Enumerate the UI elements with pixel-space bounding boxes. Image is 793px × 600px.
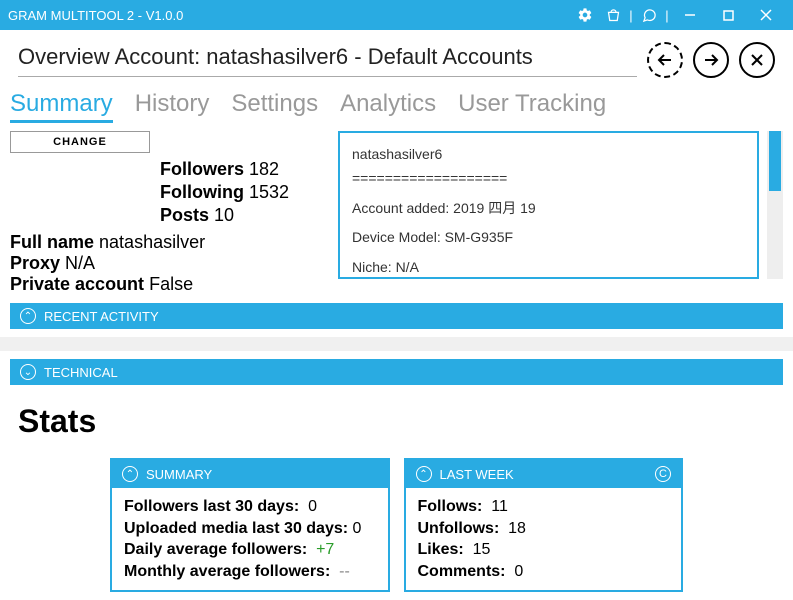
tab-analytics[interactable]: Analytics — [340, 90, 436, 123]
accordion-technical-label: TECHNICAL — [44, 365, 118, 380]
maximize-icon[interactable] — [709, 1, 747, 29]
c1r3v: +7 — [316, 541, 334, 558]
card-lastweek: ⌃ LAST WEEK C Follows: 11 Unfollows: 18 Li… — [404, 458, 684, 592]
nav-back-button[interactable] — [647, 42, 683, 78]
scrollbar-thumb[interactable] — [769, 131, 781, 191]
refresh-icon[interactable]: C — [655, 466, 671, 482]
scrollbar[interactable] — [767, 131, 783, 279]
tab-summary[interactable]: Summary — [10, 90, 113, 123]
bucket-icon[interactable] — [599, 1, 627, 29]
spacer — [0, 337, 793, 351]
card-summary-title: SUMMARY — [146, 467, 212, 482]
change-button[interactable]: CHANGE — [10, 131, 150, 153]
stats-header: Stats — [18, 403, 783, 440]
subheader: Overview Account: natashasilver6 - Defau… — [0, 30, 793, 84]
c1r1l: Followers last 30 days: — [124, 498, 299, 515]
c1r3l: Daily average followers: — [124, 541, 307, 558]
fullname-value: natashasilver — [99, 232, 205, 252]
divider: | — [627, 1, 635, 29]
accordion-recent-activity[interactable]: ⌃ RECENT ACTIVITY — [10, 303, 783, 329]
nav-forward-button[interactable] — [693, 42, 729, 78]
following-value: 1532 — [249, 182, 289, 202]
fullname-label: Full name — [10, 232, 94, 252]
c1r2v: 0 — [353, 520, 362, 537]
c1r2l: Uploaded media last 30 days: — [124, 520, 348, 537]
c2r1v: 11 — [491, 498, 508, 515]
followers-value: 182 — [249, 159, 279, 179]
tab-usertracking[interactable]: User Tracking — [458, 90, 606, 123]
info-line3: Account added: 2019 四月 19 — [352, 197, 745, 221]
followers-label: Followers — [160, 159, 244, 179]
c2r2l: Unfollows: — [418, 520, 500, 537]
proxy-label: Proxy — [10, 253, 60, 273]
account-left-panel: CHANGE Followers 182 Following 1532 Post… — [10, 131, 330, 295]
c2r3v: 15 — [473, 541, 491, 558]
minimize-icon[interactable] — [671, 1, 709, 29]
info-box: natashasilver6 =================== Accou… — [338, 131, 759, 279]
accordion-technical[interactable]: ⌄ TECHNICAL — [10, 359, 783, 385]
close-icon[interactable] — [747, 1, 785, 29]
c2r1l: Follows: — [418, 498, 483, 515]
card-summary: ⌃ SUMMARY Followers last 30 days: 0 Uploa… — [110, 458, 390, 592]
chat-icon[interactable] — [635, 1, 663, 29]
info-line2: =================== — [352, 167, 745, 191]
divider: | — [663, 1, 671, 29]
chevron-down-icon: ⌄ — [20, 364, 36, 380]
posts-value: 10 — [214, 205, 234, 225]
tab-settings[interactable]: Settings — [231, 90, 318, 123]
c2r4v: 0 — [514, 563, 523, 580]
accordion-recent-label: RECENT ACTIVITY — [44, 309, 159, 324]
private-value: False — [149, 274, 193, 294]
info-line4: Device Model: SM-G935F — [352, 226, 745, 250]
chevron-up-icon: ⌃ — [122, 466, 138, 482]
chevron-up-icon: ⌃ — [20, 308, 36, 324]
app-title: GRAM MULTITOOL 2 - V1.0.0 — [8, 8, 571, 23]
c1r4v: -- — [339, 563, 350, 580]
info-line1: natashasilver6 — [352, 143, 745, 167]
c2r2v: 18 — [508, 520, 526, 537]
c1r4l: Monthly average followers: — [124, 563, 330, 580]
gear-icon[interactable] — [571, 1, 599, 29]
page-title: Overview Account: natashasilver6 - Defau… — [18, 44, 637, 77]
titlebar: GRAM MULTITOOL 2 - V1.0.0 | | — [0, 0, 793, 30]
c2r4l: Comments: — [418, 563, 506, 580]
tabs: Summary History Settings Analytics User … — [0, 84, 793, 123]
following-label: Following — [160, 182, 244, 202]
tab-history[interactable]: History — [135, 90, 210, 123]
chevron-up-icon: ⌃ — [416, 466, 432, 482]
proxy-value: N/A — [65, 253, 95, 273]
nav-close-button[interactable] — [739, 42, 775, 78]
c1r1v: 0 — [308, 498, 317, 515]
card-lastweek-title: LAST WEEK — [440, 467, 514, 482]
posts-label: Posts — [160, 205, 209, 225]
private-label: Private account — [10, 274, 144, 294]
info-line5: Niche: N/A — [352, 256, 745, 280]
c2r3l: Likes: — [418, 541, 464, 558]
